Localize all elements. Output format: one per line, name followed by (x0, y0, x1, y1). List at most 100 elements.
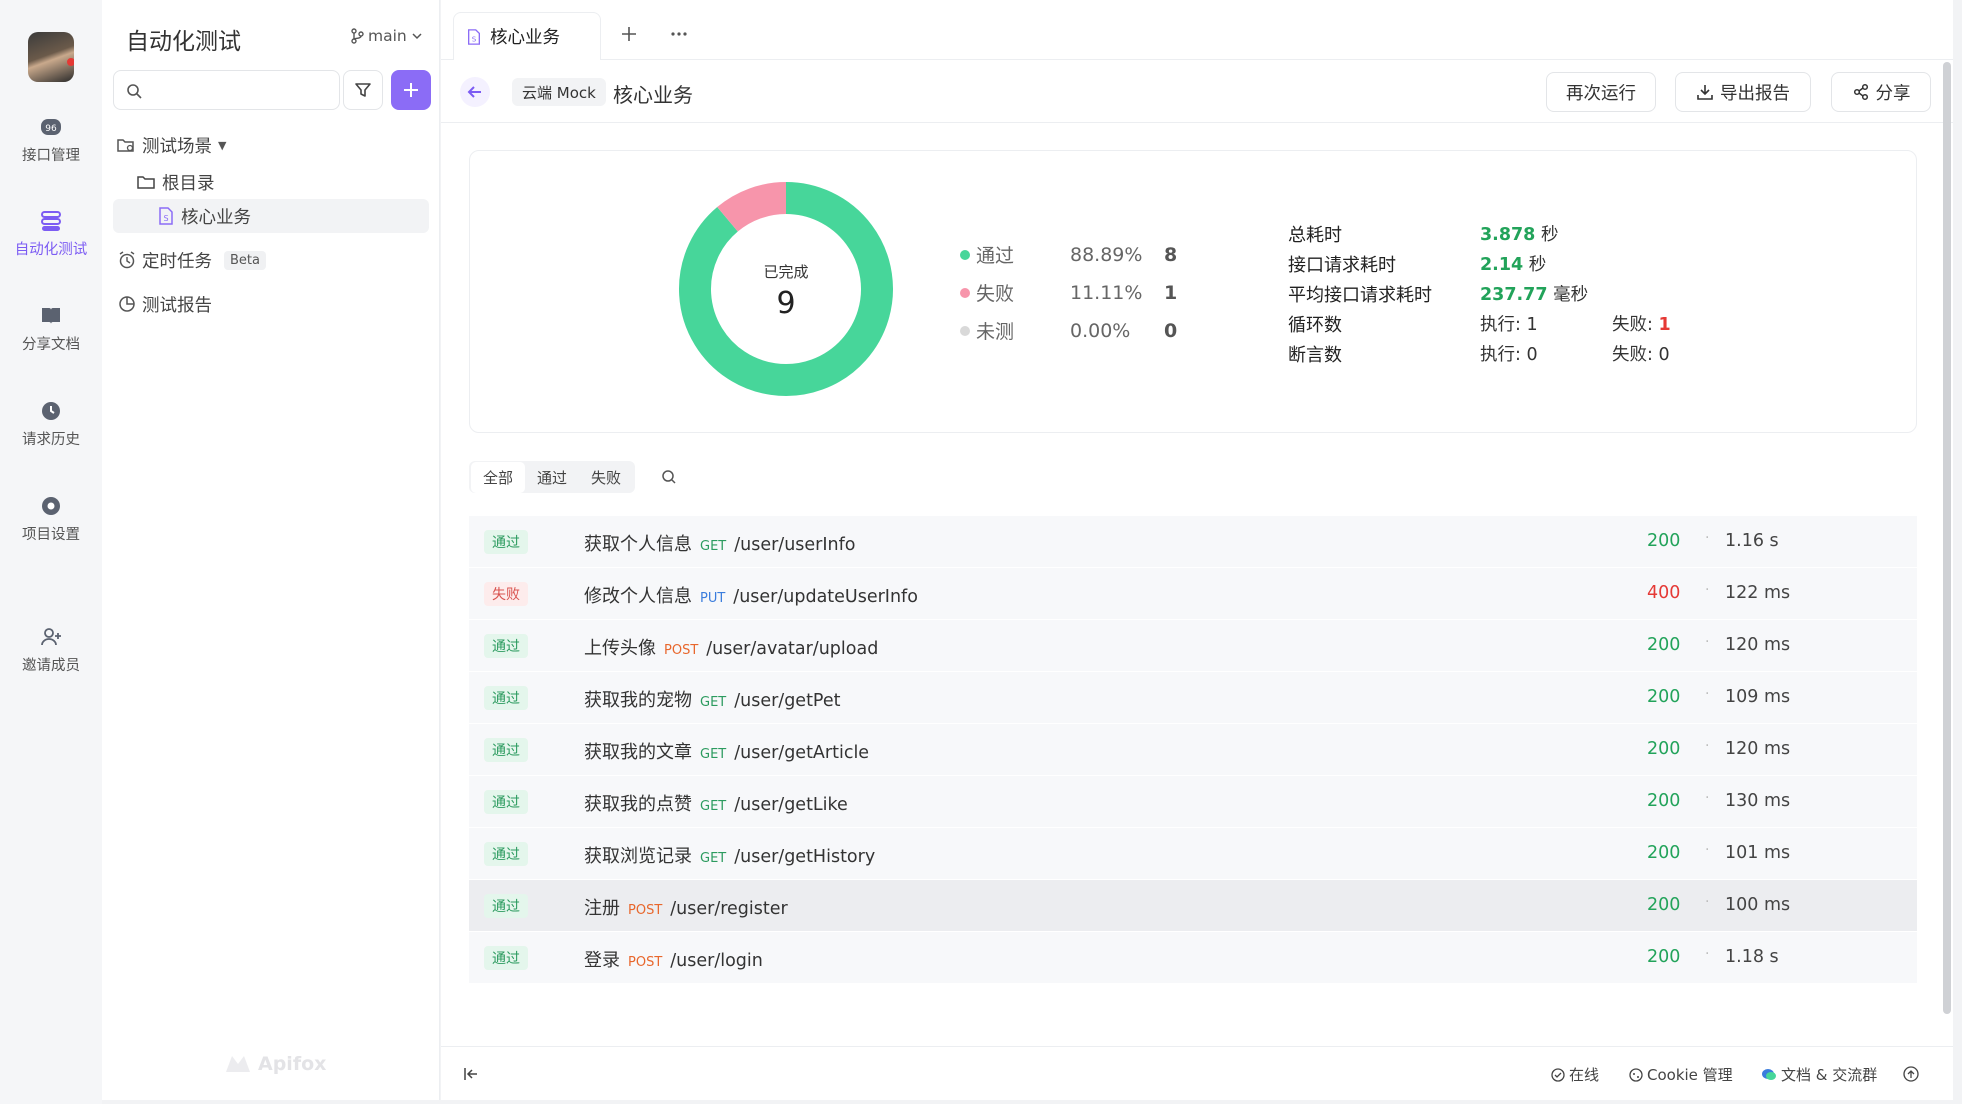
api-path: /user/avatar/upload (706, 639, 879, 659)
http-method: GET (700, 799, 727, 814)
legend-label: 通过 (976, 245, 1015, 267)
branch-label: main (368, 27, 407, 45)
status-bar: 在线 Cookie 管理 文档 & 交流群 (441, 1046, 1953, 1100)
legend-label: 失败 (976, 283, 1015, 305)
rail-item-docs[interactable]: 分享文档 (0, 305, 102, 354)
status-code: 200 (1647, 895, 1681, 915)
settings-icon (42, 497, 60, 515)
tab-bar: S 核心业务 (441, 0, 1953, 60)
tab-core-business[interactable]: S 核心业务 (453, 12, 601, 60)
sidebar-title: 自动化测试 (126, 29, 241, 55)
result-row[interactable]: 通过 上传头像 POST/user/avatar/upload 200 · 120 ms (469, 620, 1917, 672)
automation-icon (41, 211, 61, 231)
rail-item-settings[interactable]: 项目设置 (0, 495, 102, 544)
tree-scheduled-tasks[interactable]: 定时任务 Beta (118, 248, 266, 272)
api-name: 获取个人信息 GET/user/userInfo (584, 530, 856, 556)
separator-dot: · (1705, 738, 1710, 754)
status-code: 200 (1647, 947, 1681, 967)
chat-icon (1762, 1068, 1776, 1080)
results-list: 通过 获取个人信息 GET/user/userInfo 200 · 1.16 s 失败 修改个… (469, 516, 1917, 984)
download-icon (1697, 85, 1713, 100)
result-row[interactable]: 通过 获取浏览记录 GET/user/getHistory 200 · 101 ms (469, 828, 1917, 880)
donut-center-label: 已完成 (763, 263, 809, 281)
response-time: 1.18 s (1725, 947, 1779, 967)
upload-icon[interactable] (1903, 1066, 1919, 1082)
separator-dot: · (1705, 530, 1710, 546)
response-time: 120 ms (1725, 635, 1791, 655)
tree-root-folder[interactable]: 根目录 (136, 170, 215, 194)
search-icon[interactable] (661, 469, 677, 485)
cookie-label: Cookie 管理 (1647, 1066, 1733, 1084)
branch-selector[interactable]: main (350, 27, 423, 45)
status-badge: 通过 (484, 842, 528, 866)
folder-icon (137, 176, 155, 189)
legend-item: 通过 88.89% 8 (960, 241, 1177, 268)
stat-assert-fail: 失败: 0 (1612, 345, 1670, 365)
docs-community[interactable]: 文档 & 交流群 (1761, 1064, 1877, 1085)
cookie-manager[interactable]: Cookie 管理 (1629, 1064, 1733, 1085)
api-path: /user/userInfo (734, 535, 856, 555)
rail-label: 分享文档 (22, 337, 80, 353)
result-row[interactable]: 通过 获取我的文章 GET/user/getArticle 200 · 120 ms (469, 724, 1917, 776)
share-button[interactable]: 分享 (1831, 72, 1931, 112)
watermark-text: Apifox (258, 1053, 327, 1075)
tree-item-core-business[interactable]: S 核心业务 (113, 199, 429, 233)
tree-label: 定时任务 (142, 251, 212, 272)
export-label: 导出报告 (1720, 83, 1790, 104)
chevron-down-icon (412, 33, 422, 40)
rail-item-api[interactable]: 96 接口管理 (0, 116, 102, 165)
result-row[interactable]: 通过 注册 POST/user/register 200 · 100 ms (469, 880, 1917, 932)
result-row[interactable]: 失败 修改个人信息 PUT/user/updateUserInfo 400 · 122 m… (469, 568, 1917, 620)
api-title: 获取我的宠物 (584, 690, 692, 711)
filter-all[interactable]: 全部 (471, 461, 526, 493)
response-time: 122 ms (1725, 583, 1791, 603)
http-method: POST (628, 955, 663, 970)
legend-dot (960, 287, 970, 298)
legend-count: 0 (1164, 319, 1178, 342)
sidebar: 自动化测试 main 测试场景 ▼ 根目录 S 核心业务 定时任务 Beta 测… (102, 0, 440, 1100)
book-icon (42, 308, 60, 324)
stat-loop-exec: 执行: 1 (1480, 315, 1538, 335)
tree-test-reports[interactable]: 测试报告 (118, 292, 212, 316)
search-input[interactable] (113, 70, 340, 110)
rail-label: 请求历史 (22, 432, 80, 448)
rail-label: 邀请成员 (22, 658, 80, 674)
tree-scenarios[interactable]: 测试场景 ▼ (116, 133, 226, 157)
export-report-button[interactable]: 导出报告 (1675, 72, 1811, 112)
api-name: 获取我的宠物 GET/user/getPet (584, 686, 841, 712)
filter-fail[interactable]: 失败 (579, 462, 633, 493)
status-badge: 通过 (484, 738, 528, 762)
new-tab-icon[interactable] (621, 26, 637, 42)
legend-percent: 0.00% (1070, 319, 1131, 342)
avatar[interactable] (28, 32, 74, 82)
filter-pass[interactable]: 通过 (525, 462, 579, 493)
api-path: /user/updateUserInfo (733, 587, 918, 607)
more-icon[interactable] (670, 31, 688, 37)
api-path: /user/getPet (734, 691, 841, 711)
filter-icon (355, 83, 371, 97)
status-code: 200 (1647, 687, 1681, 707)
result-row[interactable]: 通过 获取我的宠物 GET/user/getPet 200 · 109 ms (469, 672, 1917, 724)
rail-item-history[interactable]: 请求历史 (0, 400, 102, 449)
api-name: 注册 POST/user/register (584, 894, 788, 920)
scrollbar[interactable] (1943, 62, 1951, 1014)
result-row[interactable]: 通过 登录 POST/user/login 200 · 1.18 s (469, 932, 1917, 984)
rail-label: 项目设置 (22, 527, 80, 543)
rail-item-invite[interactable]: 邀请成员 (0, 626, 102, 675)
alarm-clock-icon (119, 251, 135, 269)
back-button[interactable] (460, 77, 490, 107)
environment-badge[interactable]: 云端 Mock (512, 78, 606, 106)
rail-item-automation[interactable]: 自动化测试 (0, 210, 102, 259)
filter-button[interactable] (343, 70, 383, 110)
status-code: 200 (1647, 791, 1681, 811)
result-row[interactable]: 通过 获取个人信息 GET/user/userInfo 200 · 1.16 s (469, 516, 1917, 568)
result-row[interactable]: 通过 获取我的点赞 GET/user/getLike 200 · 130 ms (469, 776, 1917, 828)
online-status[interactable]: 在线 (1551, 1064, 1599, 1085)
add-button[interactable] (391, 70, 431, 110)
response-time: 130 ms (1725, 791, 1791, 811)
status-badge: 通过 (484, 686, 528, 710)
rerun-button[interactable]: 再次运行 (1546, 72, 1656, 112)
separator-dot: · (1705, 842, 1710, 858)
collapse-sidebar-icon[interactable] (463, 1066, 479, 1082)
legend-dot (960, 325, 970, 336)
